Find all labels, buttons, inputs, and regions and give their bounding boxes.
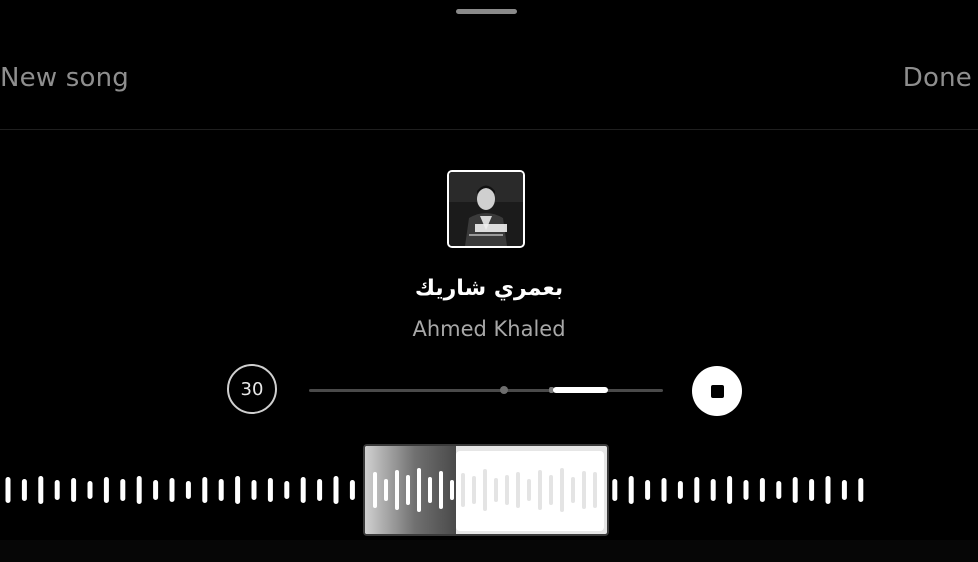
selector-waveform-bar bbox=[560, 468, 564, 512]
selector-waveform-bar bbox=[373, 472, 377, 508]
waveform-bar bbox=[727, 476, 733, 504]
waveform-bar bbox=[661, 478, 667, 502]
selector-waveform-bar bbox=[406, 475, 410, 505]
album-cover bbox=[447, 170, 525, 248]
waveform-bar bbox=[38, 476, 44, 504]
sheet-grabber[interactable] bbox=[456, 9, 517, 14]
waveform-bar bbox=[120, 479, 126, 501]
selector-waveform-bar bbox=[428, 477, 432, 503]
selector-waveform-bar bbox=[472, 476, 476, 504]
waveform-bar bbox=[185, 481, 191, 499]
waveform-bar bbox=[21, 479, 27, 501]
waveform-bar bbox=[710, 479, 716, 501]
song-title: بعمري شاريك bbox=[414, 276, 564, 301]
waveform-bar bbox=[87, 481, 93, 499]
waveform-bar bbox=[5, 477, 11, 503]
clip-duration-button[interactable]: 30 bbox=[227, 364, 277, 414]
waveform-bar bbox=[54, 480, 60, 500]
waveform-bar bbox=[267, 478, 273, 502]
clip-duration-label: 30 bbox=[240, 378, 264, 400]
waveform-bar bbox=[136, 476, 142, 504]
header-divider bbox=[0, 129, 978, 130]
waveform-bar bbox=[153, 480, 159, 500]
selector-waveform-bar bbox=[461, 473, 465, 507]
selector-waveform-bar bbox=[505, 475, 509, 505]
bottom-bar bbox=[0, 540, 978, 562]
clip-position-track[interactable] bbox=[309, 389, 663, 392]
waveform-bar bbox=[809, 479, 815, 501]
selector-waveform-bar bbox=[516, 472, 520, 508]
clip-selector[interactable] bbox=[363, 444, 609, 536]
stop-button[interactable] bbox=[692, 366, 742, 416]
selector-waveform-bar bbox=[395, 470, 399, 510]
artist-name: Ahmed Khaled bbox=[412, 317, 566, 341]
waveform-bar bbox=[169, 478, 175, 502]
waveform-bar bbox=[628, 476, 634, 504]
selector-waveform-bar bbox=[549, 475, 553, 505]
waveform-bar bbox=[841, 480, 847, 500]
waveform-bar bbox=[103, 477, 109, 503]
waveform-bar bbox=[743, 480, 749, 500]
waveform-bar bbox=[792, 477, 798, 503]
selector-waveform-bar bbox=[384, 479, 388, 501]
waveform-bar bbox=[202, 477, 208, 503]
waveform-bar bbox=[333, 476, 339, 504]
selector-waveform-bar bbox=[571, 477, 575, 503]
track-marker bbox=[500, 386, 508, 394]
selector-waveform-bar bbox=[450, 480, 454, 500]
clip-position-indicator[interactable] bbox=[553, 387, 608, 393]
selector-waveform-bar bbox=[582, 471, 586, 509]
waveform-bar bbox=[71, 478, 77, 502]
waveform-bar bbox=[349, 480, 355, 500]
waveform-bar bbox=[645, 480, 651, 500]
waveform-bar bbox=[317, 479, 323, 501]
waveform-bar bbox=[776, 481, 782, 499]
waveform-bar bbox=[694, 477, 700, 503]
selector-waveform-bar bbox=[593, 472, 597, 508]
waveform-bar bbox=[677, 481, 683, 499]
selector-waveform-bar bbox=[439, 471, 443, 509]
waveform-bar bbox=[251, 480, 257, 500]
selector-waveform-bar bbox=[417, 468, 421, 512]
waveform-bar bbox=[612, 479, 618, 501]
album-cover-image bbox=[449, 172, 523, 246]
new-song-button[interactable]: New song bbox=[0, 63, 129, 93]
waveform-bar bbox=[300, 477, 306, 503]
waveform-bar bbox=[284, 481, 290, 499]
selector-waveform-bar bbox=[483, 469, 487, 511]
waveform-bar bbox=[759, 478, 765, 502]
waveform-bar bbox=[825, 476, 831, 504]
done-button[interactable]: Done bbox=[903, 63, 972, 93]
waveform-bar bbox=[218, 479, 224, 501]
waveform-bar bbox=[235, 476, 241, 504]
stop-icon bbox=[710, 384, 724, 398]
waveform-bar bbox=[858, 478, 864, 502]
selector-waveform-bar bbox=[527, 479, 531, 501]
selector-waveform-bar bbox=[538, 470, 542, 510]
selector-waveform bbox=[373, 468, 597, 512]
selector-waveform-bar bbox=[494, 478, 498, 502]
